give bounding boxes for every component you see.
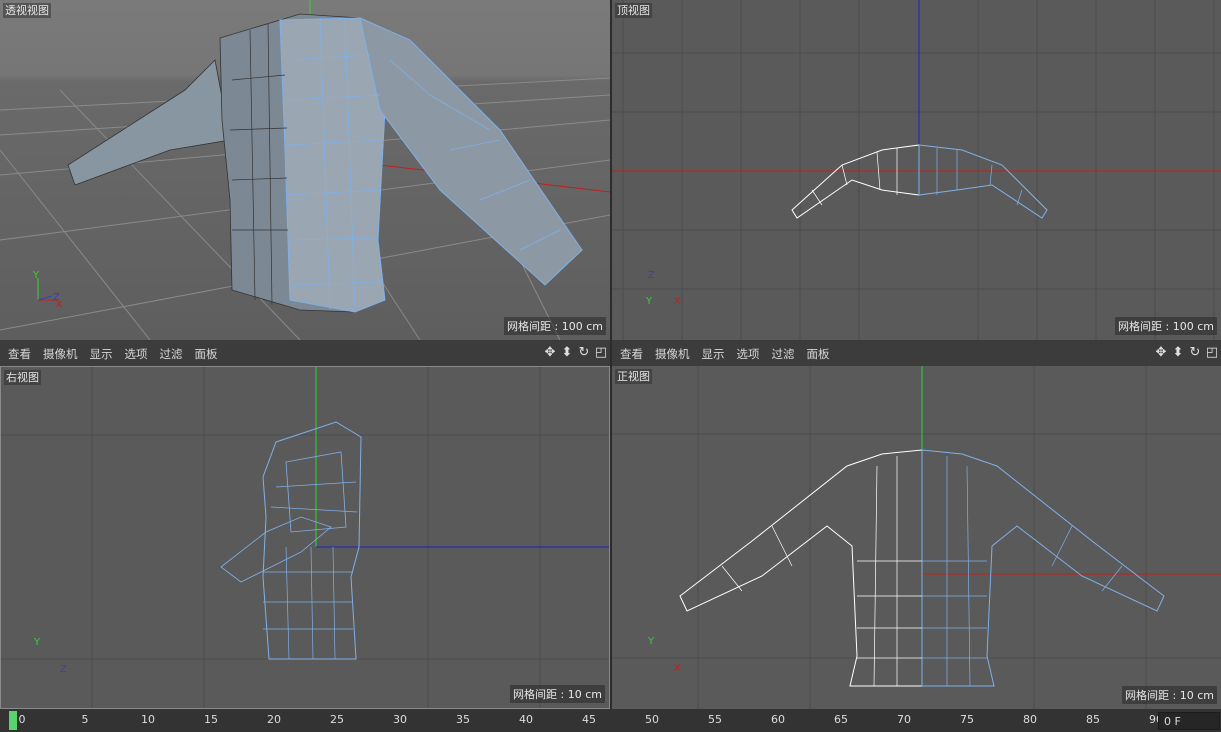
axis-y-label: Y	[648, 636, 655, 647]
timeline-tick-label: 35	[456, 713, 470, 726]
timeline-tick-label: 65	[834, 713, 848, 726]
right-viewport[interactable]: 右视图 Y Z 网格间距 : 10 cm	[0, 366, 610, 709]
viewport-title: 顶视图	[615, 3, 652, 18]
viewport-menubar-left: 查看 摄像机 显示 选项 过滤 面板 ✥ ⬍ ↻ ◰	[0, 341, 610, 366]
menu-options[interactable]: 选项	[125, 346, 148, 362]
maximize-view-icon[interactable]: ◰	[1205, 345, 1219, 361]
front-scene	[612, 366, 1221, 709]
viewport-title: 透视视图	[3, 3, 51, 18]
timeline-tick-label: 70	[897, 713, 911, 726]
axis-z-label: Z	[648, 270, 655, 281]
menu-filter[interactable]: 过滤	[772, 346, 795, 362]
timeline-tick-label: 0	[18, 713, 26, 726]
timeline-tick-label: 85	[1086, 713, 1100, 726]
axis-y-label: Y	[646, 296, 653, 307]
timeline-tick-label: 25	[330, 713, 344, 726]
axis-z-label: Z	[60, 664, 67, 675]
menu-options[interactable]: 选项	[737, 346, 760, 362]
move-view-icon[interactable]: ✥	[1154, 345, 1168, 361]
timeline-tick-label: 20	[267, 713, 281, 726]
axis-y-label: Y	[33, 270, 40, 281]
timeline-tick-label: 40	[519, 713, 533, 726]
current-frame-field[interactable]: 0 F	[1158, 712, 1220, 730]
top-viewport[interactable]: 顶视图 Z Y X 网格间距 : 100 cm	[612, 0, 1221, 340]
axis-x-label: X	[674, 663, 681, 674]
timeline-tick-label: 45	[582, 713, 596, 726]
timeline-playhead[interactable]	[9, 711, 17, 730]
move-view-icon[interactable]: ✥	[543, 345, 557, 361]
front-viewport[interactable]: 正视图 Y X 网格间距 : 10 cm	[612, 366, 1221, 709]
menu-view[interactable]: 查看	[8, 346, 31, 362]
viewport-title: 正视图	[615, 369, 652, 384]
menu-display[interactable]: 显示	[702, 346, 725, 362]
menu-filter[interactable]: 过滤	[160, 346, 183, 362]
viewport-divider[interactable]	[610, 0, 612, 709]
viewport-title: 右视图	[4, 370, 41, 385]
menu-view[interactable]: 查看	[620, 346, 643, 362]
timeline-tick-label: 75	[960, 713, 974, 726]
timeline-tick-label: 5	[81, 713, 89, 726]
menu-display[interactable]: 显示	[90, 346, 113, 362]
grid-spacing-label: 网格间距 : 100 cm	[504, 317, 606, 335]
timeline-tick-label: 80	[1023, 713, 1037, 726]
timeline-tick-label: 60	[771, 713, 785, 726]
perspective-scene	[0, 0, 610, 340]
timeline-tick-label: 30	[393, 713, 407, 726]
timeline-tick-label: 50	[645, 713, 659, 726]
timeline-tick-label: 55	[708, 713, 722, 726]
axis-x-label: X	[674, 296, 681, 307]
menu-camera[interactable]: 摄像机	[43, 346, 78, 362]
axis-y-label: Y	[34, 637, 41, 648]
menu-panel[interactable]: 面板	[807, 346, 830, 362]
dolly-view-icon[interactable]: ⬍	[1171, 345, 1185, 361]
timeline-tick-label: 10	[141, 713, 155, 726]
perspective-viewport[interactable]: 透视视图 Y Z X 网格间距 : 100 cm	[0, 0, 610, 340]
right-scene	[1, 367, 609, 708]
menu-panel[interactable]: 面板	[195, 346, 218, 362]
grid-spacing-label: 网格间距 : 100 cm	[1115, 317, 1217, 335]
top-scene	[612, 0, 1221, 340]
grid-spacing-label: 网格间距 : 10 cm	[510, 685, 605, 703]
maximize-view-icon[interactable]: ◰	[594, 345, 608, 361]
dolly-view-icon[interactable]: ⬍	[560, 345, 574, 361]
axis-x-label: X	[56, 300, 63, 310]
rotate-view-icon[interactable]: ↻	[577, 345, 591, 361]
timeline-tick-label: 15	[204, 713, 218, 726]
grid-spacing-label: 网格间距 : 10 cm	[1122, 686, 1217, 704]
timeline[interactable]: 0 5 10 15 20 25 30 35 40 45 50 55 60 65 70 75 80 85 90 0 F	[0, 709, 1221, 732]
rotate-view-icon[interactable]: ↻	[1188, 345, 1202, 361]
menu-camera[interactable]: 摄像机	[655, 346, 690, 362]
viewport-menubar-right: 查看 摄像机 显示 选项 过滤 面板 ✥ ⬍ ↻ ◰	[612, 341, 1221, 366]
